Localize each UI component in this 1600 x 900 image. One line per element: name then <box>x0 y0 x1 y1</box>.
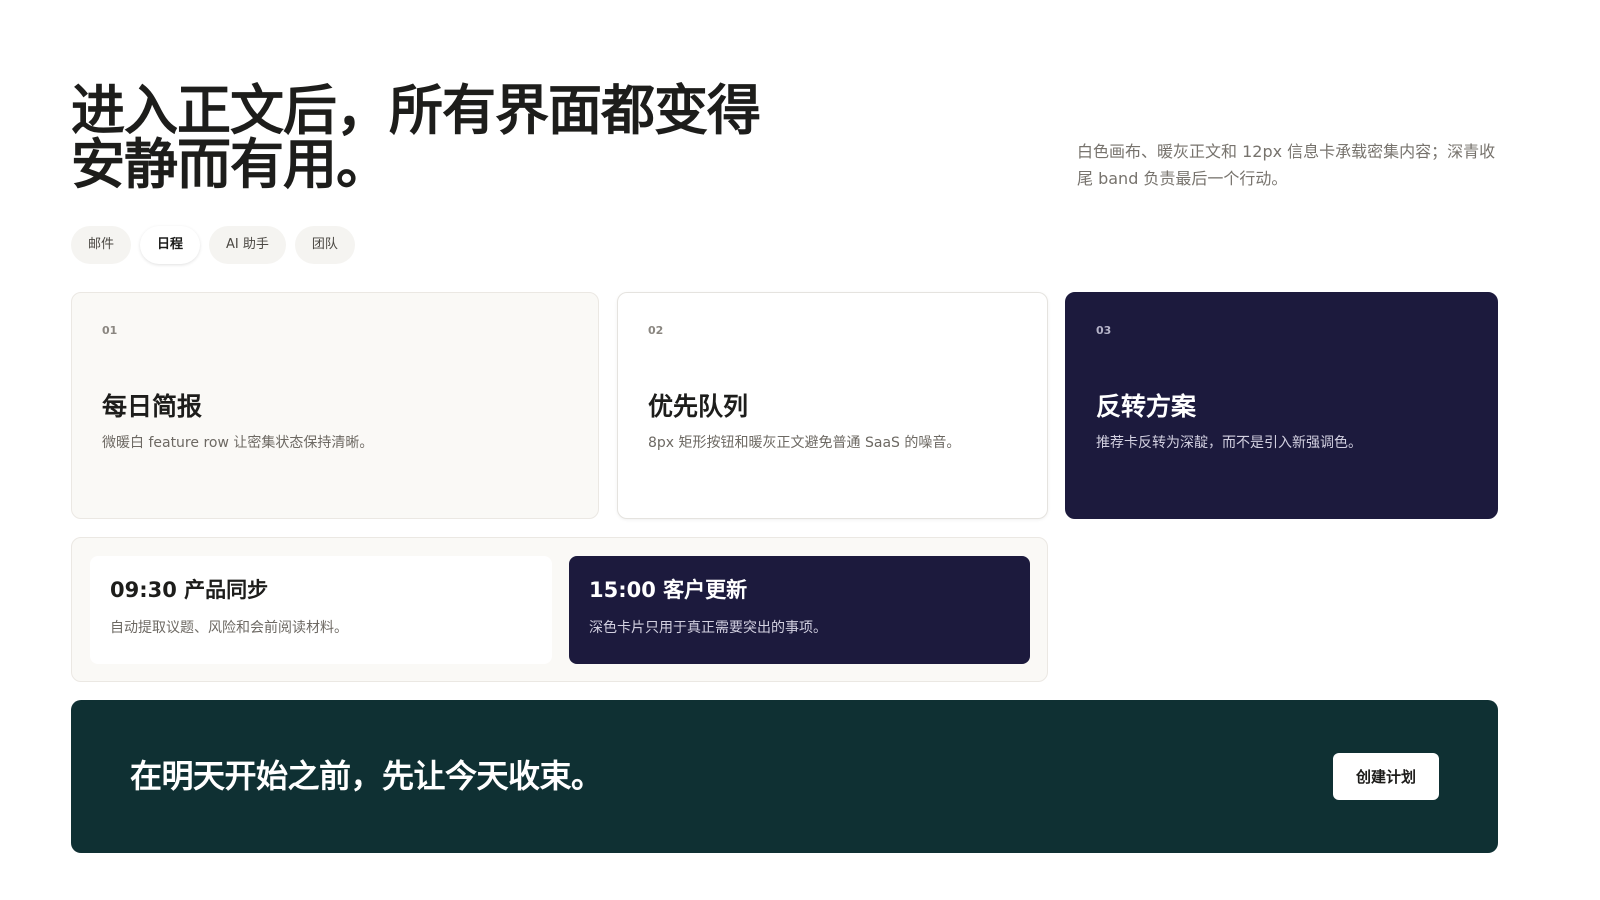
tab-calendar[interactable]: 日程 <box>140 226 201 264</box>
card-description: 推荐卡反转为深靛，而不是引入新强调色。 <box>1096 435 1362 451</box>
schedule-item-description: 自动提取议题、风险和会前阅读材料。 <box>110 620 348 636</box>
schedule-item-description: 深色卡片只用于真正需要突出的事项。 <box>589 620 827 636</box>
schedule-item-product-sync[interactable]: 09:30 产品同步 自动提取议题、风险和会前阅读材料。 <box>90 556 552 664</box>
schedule-item-title: 09:30 产品同步 <box>110 578 269 602</box>
cta-band: 在明天开始之前，先让今天收束。 创建计划 <box>71 700 1498 853</box>
card-title: 反转方案 <box>1096 392 1197 421</box>
card-description: 微暖白 feature row 让密集状态保持清晰。 <box>102 435 374 451</box>
card-description: 8px 矩形按钮和暖灰正文避免普通 SaaS 的噪音。 <box>648 435 961 451</box>
feature-card-inverted-plan[interactable]: 03 反转方案 推荐卡反转为深靛，而不是引入新强调色。 <box>1065 292 1498 519</box>
tab-ai-assistant[interactable]: AI 助手 <box>209 226 286 264</box>
tab-team[interactable]: 团队 <box>294 226 355 264</box>
schedule-row: 09:30 产品同步 自动提取议题、风险和会前阅读材料。 15:00 客户更新 … <box>71 537 1048 682</box>
feature-card-priority-queue[interactable]: 02 优先队列 8px 矩形按钮和暖灰正文避免普通 SaaS 的噪音。 <box>617 292 1048 519</box>
page: 进入正文后，所有界面都变得 安静而有用。 白色画布、暖灰正文和 12px 信息卡… <box>0 0 1600 900</box>
card-number: 03 <box>1096 324 1112 337</box>
card-number: 01 <box>102 324 118 337</box>
page-title-line-2: 安静而有用。 <box>71 133 390 196</box>
card-title: 每日简报 <box>102 392 203 421</box>
cta-title: 在明天开始之前，先让今天收束。 <box>130 757 603 795</box>
tab-mail[interactable]: 邮件 <box>71 226 132 264</box>
create-plan-button[interactable]: 创建计划 <box>1333 753 1439 800</box>
tab-bar: 邮件 日程 AI 助手 团队 <box>71 226 355 264</box>
card-title: 优先队列 <box>648 392 749 421</box>
page-title: 进入正文后，所有界面都变得 安静而有用。 <box>71 84 831 192</box>
schedule-item-customer-update[interactable]: 15:00 客户更新 深色卡片只用于真正需要突出的事项。 <box>569 556 1030 664</box>
hero-description: 白色画布、暖灰正文和 12px 信息卡承载密集内容；深青收尾 band 负责最后… <box>1077 142 1496 188</box>
card-number: 02 <box>648 324 664 337</box>
feature-card-daily-brief[interactable]: 01 每日简报 微暖白 feature row 让密集状态保持清晰。 <box>71 292 599 519</box>
schedule-item-title: 15:00 客户更新 <box>589 578 748 602</box>
